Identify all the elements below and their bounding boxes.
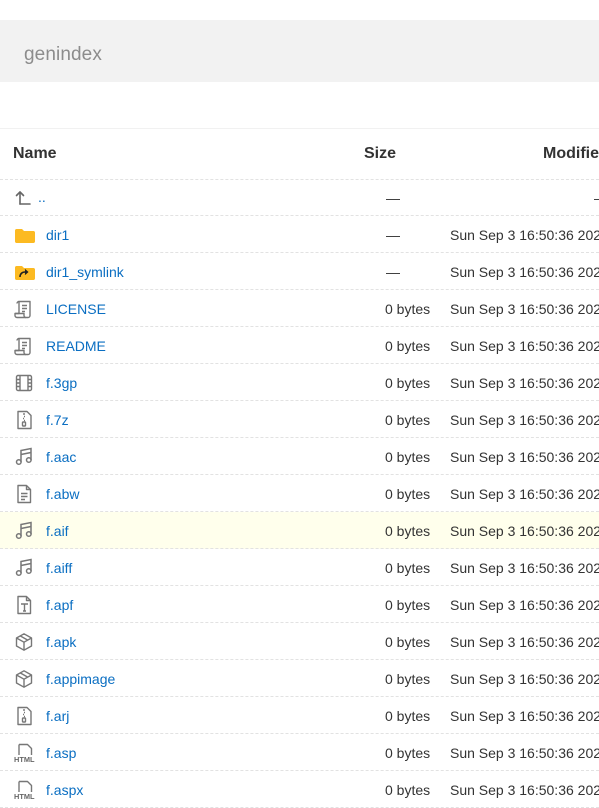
file-modified-date: Sun Sep 3 16:50:36 2023: [450, 449, 599, 465]
folder-icon[interactable]: [14, 225, 35, 245]
table-row[interactable]: f.appimage 0 bytes Sun Sep 3 16:50:36 2023: [0, 660, 599, 697]
audio-file-icon[interactable]: [14, 558, 34, 578]
package-icon[interactable]: [14, 669, 34, 689]
column-header-size[interactable]: Size: [364, 145, 396, 163]
file-modified-date: Sun Sep 3 16:50:36 2023: [450, 264, 599, 280]
archive-file-icon[interactable]: [14, 410, 34, 430]
table-row[interactable]: README 0 bytes Sun Sep 3 16:50:36 2023: [0, 327, 599, 364]
site-title[interactable]: genindex: [24, 44, 102, 66]
file-list: ..——dir1—Sun Sep 3 16:50:36 2023dir1_sym…: [0, 179, 599, 808]
file-link[interactable]: dir1: [46, 227, 69, 243]
file-size: 0 bytes: [385, 486, 431, 502]
file-link[interactable]: README: [46, 338, 106, 354]
folder-symlink-icon[interactable]: [14, 262, 35, 282]
file-modified-date: Sun Sep 3 16:50:36 2023: [450, 671, 599, 687]
table-row[interactable]: f.3gp 0 bytes Sun Sep 3 16:50:36 2023: [0, 364, 599, 401]
file-modified-date: Sun Sep 3 16:50:36 2023: [450, 782, 599, 798]
file-size: 0 bytes: [385, 708, 431, 724]
parent-dir-icon[interactable]: [14, 188, 34, 208]
file-modified-date: Sun Sep 3 16:50:36 2023: [450, 597, 599, 613]
svg-text:HTML: HTML: [14, 755, 35, 763]
file-size: 0 bytes: [385, 338, 431, 354]
file-link[interactable]: f.3gp: [46, 375, 77, 391]
file-modified-date: Sun Sep 3 16:50:36 2023: [450, 227, 599, 243]
license-file-icon[interactable]: [14, 299, 34, 319]
svg-text:HTML: HTML: [14, 792, 35, 800]
document-file-icon[interactable]: [14, 484, 34, 504]
file-size: 0 bytes: [385, 301, 431, 317]
table-row[interactable]: dir1_symlink — Sun Sep 3 16:50:36 2023: [0, 253, 599, 290]
file-link[interactable]: f.appimage: [46, 671, 115, 687]
audio-file-icon[interactable]: [14, 521, 34, 541]
file-link[interactable]: f.aac: [46, 449, 76, 465]
file-modified-date: Sun Sep 3 16:50:36 2023: [450, 375, 599, 391]
table-row[interactable]: f.abw 0 bytes Sun Sep 3 16:50:36 2023: [0, 475, 599, 512]
file-link[interactable]: f.aiff: [46, 560, 72, 576]
table-row[interactable]: f.7z 0 bytes Sun Sep 3 16:50:36 2023: [0, 401, 599, 438]
table-row[interactable]: HTML f.aspx 0 bytes Sun Sep 3 16:50:36 2023: [0, 771, 599, 808]
file-modified-date: Sun Sep 3 16:50:36 2023: [450, 745, 599, 761]
font-file-icon[interactable]: [14, 595, 34, 615]
table-row[interactable]: LICENSE 0 bytes Sun Sep 3 16:50:36 2023: [0, 290, 599, 327]
file-modified-date: Sun Sep 3 16:50:36 2023: [450, 560, 599, 576]
top-bar: genindex: [0, 20, 599, 82]
file-link[interactable]: LICENSE: [46, 301, 106, 317]
file-size: 0 bytes: [385, 523, 431, 539]
video-file-icon[interactable]: [14, 373, 34, 393]
column-header-modified[interactable]: Modified: [543, 145, 599, 163]
file-link[interactable]: f.aif: [46, 523, 69, 539]
file-link[interactable]: f.7z: [46, 412, 69, 428]
file-link[interactable]: dir1_symlink: [46, 264, 124, 280]
file-modified-date: Sun Sep 3 16:50:36 2023: [450, 412, 599, 428]
file-size: 0 bytes: [385, 412, 431, 428]
file-modified-date: Sun Sep 3 16:50:36 2023: [450, 523, 599, 539]
table-header: Name Size Modified: [0, 128, 599, 180]
file-link[interactable]: f.arj: [46, 708, 69, 724]
table-row[interactable]: f.apk 0 bytes Sun Sep 3 16:50:36 2023: [0, 623, 599, 660]
file-size: —: [386, 190, 400, 206]
file-modified-date: Sun Sep 3 16:50:36 2023: [450, 634, 599, 650]
file-modified-date: Sun Sep 3 16:50:36 2023: [450, 486, 599, 502]
table-row[interactable]: f.arj 0 bytes Sun Sep 3 16:50:36 2023: [0, 697, 599, 734]
table-row[interactable]: f.aif 0 bytes Sun Sep 3 16:50:36 2023: [0, 512, 599, 549]
file-modified-date: —: [594, 190, 599, 206]
file-size: 0 bytes: [385, 671, 431, 687]
parent-directory-link[interactable]: ..: [38, 189, 46, 205]
file-size: 0 bytes: [385, 560, 431, 576]
file-modified-date: Sun Sep 3 16:50:36 2023: [450, 708, 599, 724]
file-link[interactable]: f.apf: [46, 597, 73, 613]
file-size: —: [386, 264, 400, 280]
package-icon[interactable]: [14, 632, 34, 652]
file-size: 0 bytes: [385, 375, 431, 391]
html-file-icon[interactable]: HTML: [14, 780, 35, 800]
table-row[interactable]: HTML f.asp 0 bytes Sun Sep 3 16:50:36 2023: [0, 734, 599, 771]
table-row[interactable]: f.apf 0 bytes Sun Sep 3 16:50:36 2023: [0, 586, 599, 623]
archive-file-icon[interactable]: [14, 706, 34, 726]
file-size: 0 bytes: [385, 597, 431, 613]
html-file-icon[interactable]: HTML: [14, 743, 35, 763]
readme-file-icon[interactable]: [14, 336, 34, 356]
file-size: 0 bytes: [385, 782, 431, 798]
file-link[interactable]: f.aspx: [46, 782, 83, 798]
file-link[interactable]: f.asp: [46, 745, 76, 761]
table-row[interactable]: f.aac 0 bytes Sun Sep 3 16:50:36 2023: [0, 438, 599, 475]
column-header-name[interactable]: Name: [13, 145, 57, 163]
table-row[interactable]: dir1 — Sun Sep 3 16:50:36 2023: [0, 216, 599, 253]
file-size: 0 bytes: [385, 745, 431, 761]
file-modified-date: Sun Sep 3 16:50:36 2023: [450, 301, 599, 317]
file-link[interactable]: f.apk: [46, 634, 76, 650]
file-modified-date: Sun Sep 3 16:50:36 2023: [450, 338, 599, 354]
table-row[interactable]: f.aiff 0 bytes Sun Sep 3 16:50:36 2023: [0, 549, 599, 586]
file-size: —: [386, 227, 400, 243]
table-row[interactable]: .. — —: [0, 179, 599, 216]
file-size: 0 bytes: [385, 449, 431, 465]
file-size: 0 bytes: [385, 634, 431, 650]
audio-file-icon[interactable]: [14, 447, 34, 467]
file-link[interactable]: f.abw: [46, 486, 79, 502]
